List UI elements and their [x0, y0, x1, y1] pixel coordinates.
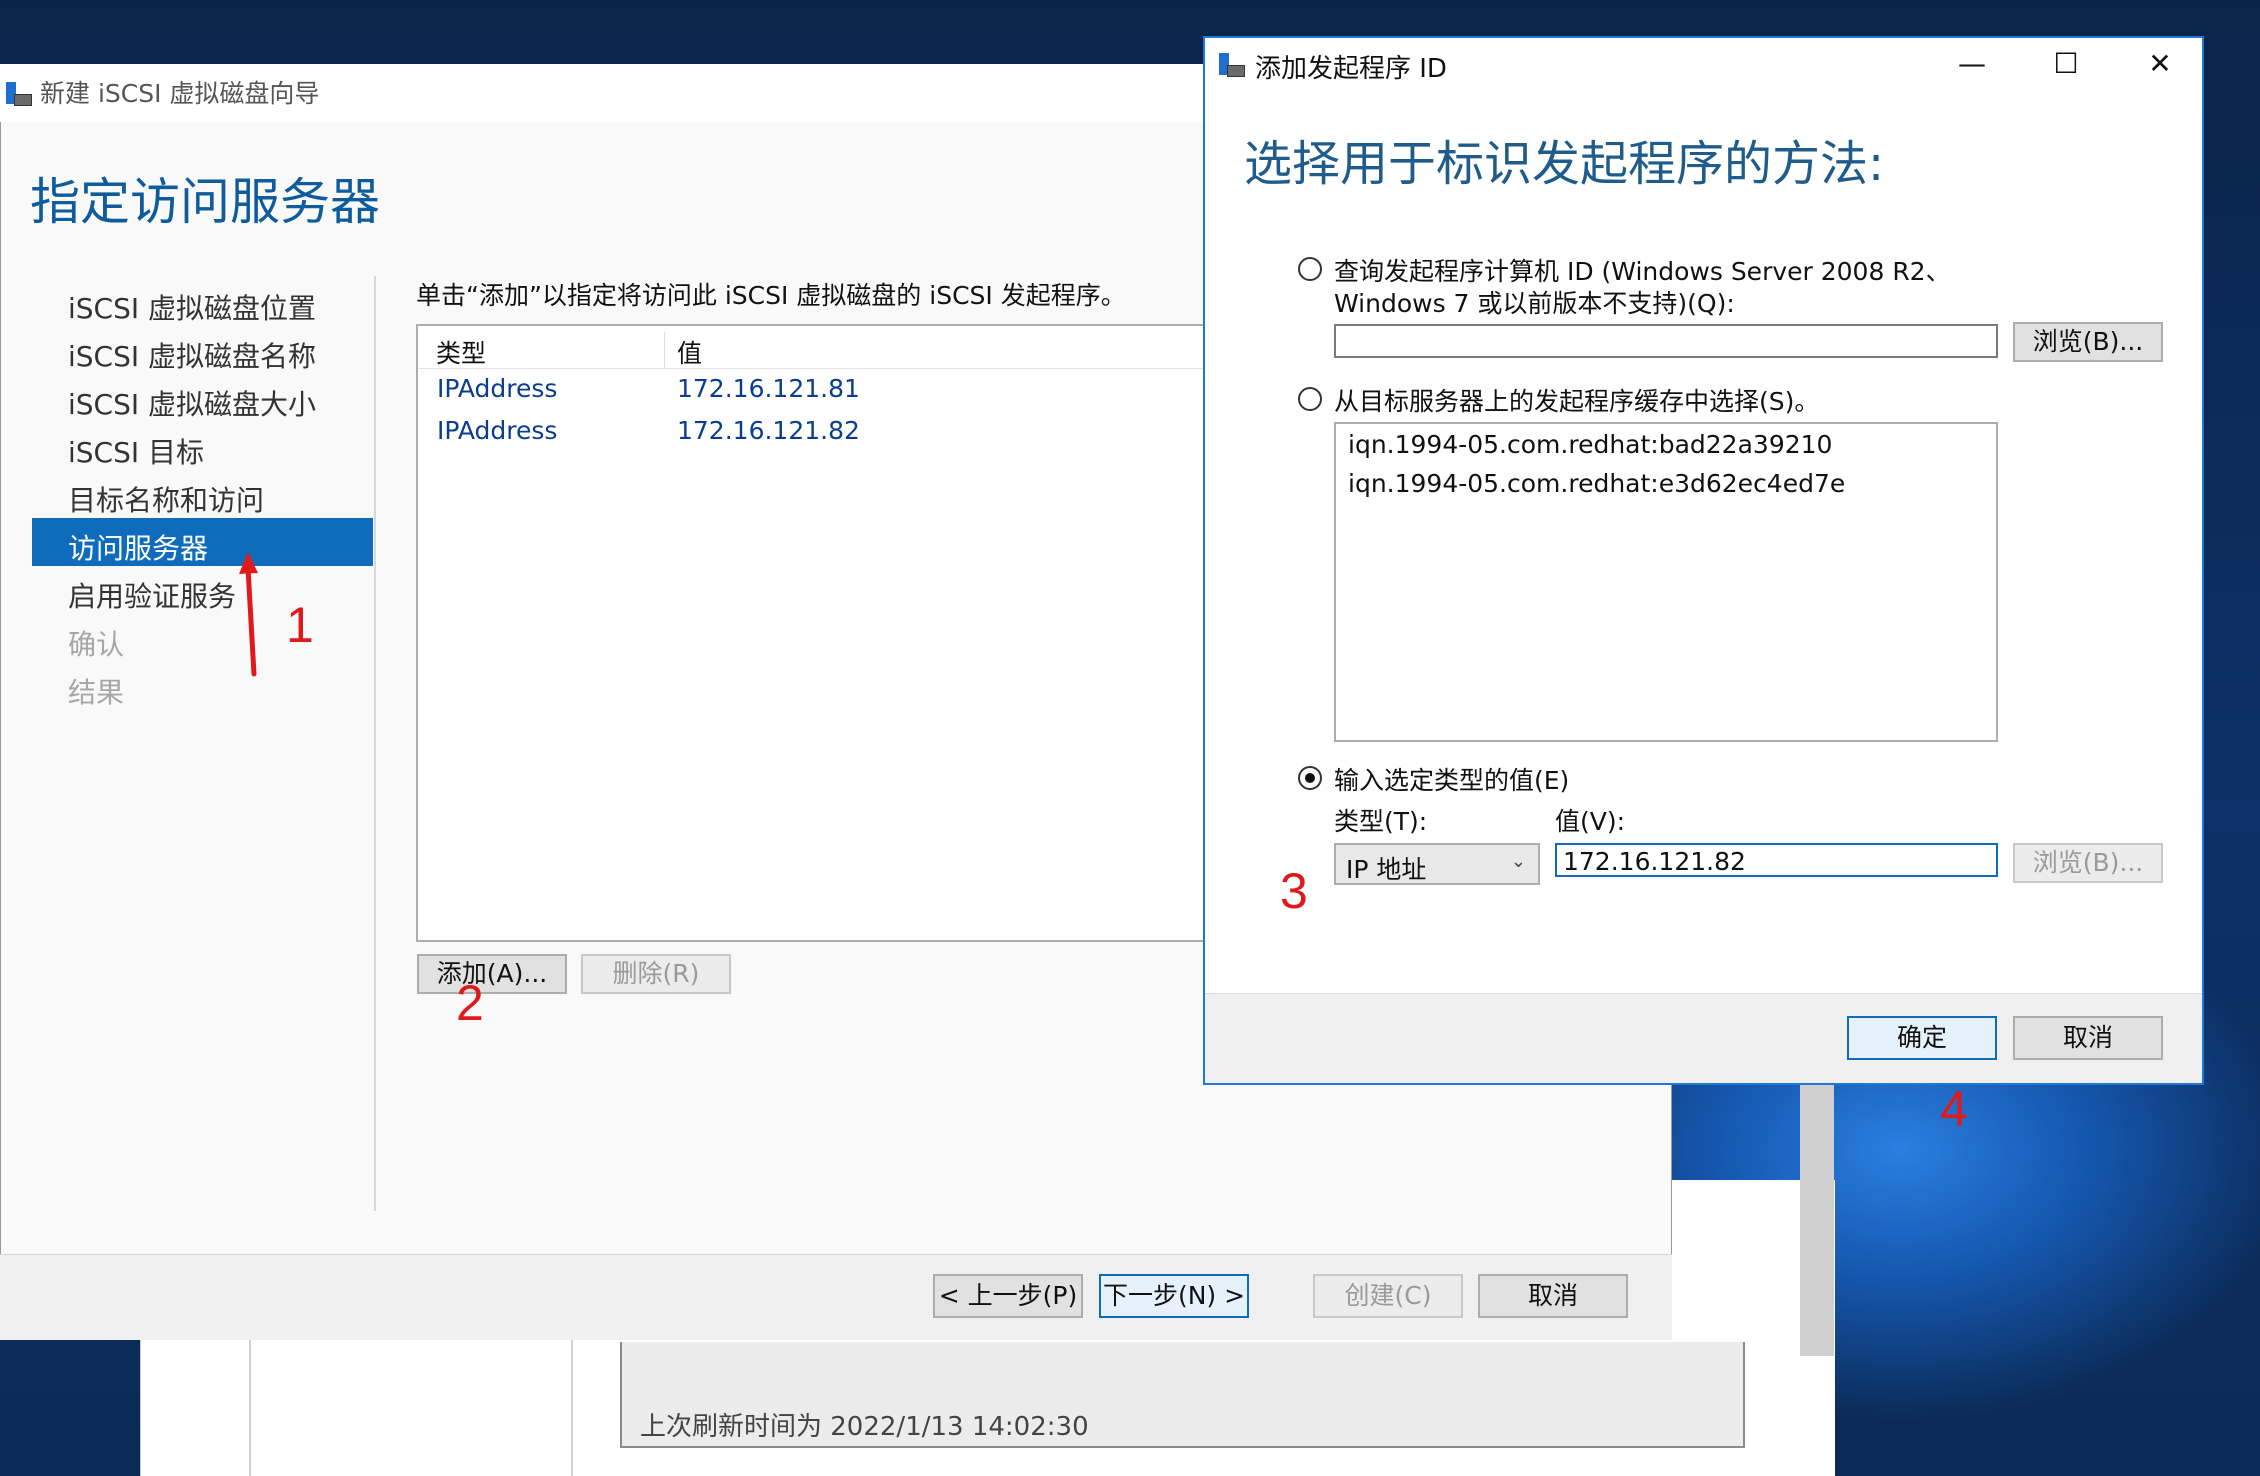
- radio-enter-value[interactable]: [1298, 766, 1322, 790]
- minimize-icon[interactable]: —: [1925, 38, 2019, 90]
- nav-item-disk-location[interactable]: iSCSI 虚拟磁盘位置: [32, 278, 373, 326]
- value-label: 值(V):: [1555, 807, 1626, 836]
- nav-item-results: 结果: [68, 676, 125, 709]
- value-input[interactable]: 172.16.121.82: [1555, 843, 1998, 877]
- server-manager-icon: [1219, 51, 1245, 77]
- option-enter-label[interactable]: 输入选定类型的值(E): [1334, 761, 1569, 797]
- annotation-number: 2: [456, 975, 484, 1031]
- dialog-titlebar[interactable]: 添加发起程序 ID — ☐ ✕: [1205, 38, 2202, 90]
- row-type[interactable]: IPAddress: [437, 374, 557, 403]
- cache-list-item[interactable]: iqn.1994-05.com.redhat:e3d62ec4ed7e: [1348, 469, 1845, 498]
- annotation-arrow: [239, 552, 258, 677]
- ok-button[interactable]: 确定: [1847, 1016, 1997, 1060]
- remove-button[interactable]: 删除(R): [581, 954, 731, 994]
- nav-item-target-name-access[interactable]: 目标名称和访问: [32, 470, 373, 518]
- column-header-type[interactable]: 类型: [436, 334, 486, 370]
- header-underline: [418, 368, 1214, 369]
- dialog-cancel-button[interactable]: 取消: [2013, 1016, 2163, 1060]
- row-value[interactable]: 172.16.121.82: [677, 416, 860, 445]
- option-query-label-line1[interactable]: 查询发起程序计算机 ID (Windows Server 2008 R2、: [1334, 252, 1951, 288]
- nav-item-access-servers[interactable]: 访问服务器: [32, 518, 373, 566]
- column-header-value[interactable]: 值: [677, 334, 702, 370]
- refresh-status-text: 上次刷新时间为 2022/1/13 14:02:30: [640, 1412, 1089, 1442]
- next-button[interactable]: 下一步(N) >: [1099, 1274, 1249, 1318]
- nav-item-enable-auth[interactable]: 启用验证服务: [32, 566, 373, 614]
- refresh-status: 上次刷新时间为 2022/1/13 14:02:30: [620, 1342, 1745, 1448]
- dialog-title: 添加发起程序 ID: [1255, 54, 1447, 84]
- type-select-value: IP 地址: [1346, 855, 1427, 884]
- nav-item-confirm: 确认: [68, 628, 125, 661]
- maximize-icon[interactable]: ☐: [2019, 38, 2113, 90]
- query-computer-id-input[interactable]: [1334, 324, 1998, 358]
- nav-divider: [374, 276, 376, 1211]
- radio-query-computer-id[interactable]: [1298, 257, 1322, 281]
- browse-button[interactable]: 浏览(B)...: [2013, 322, 2163, 362]
- column-header-divider[interactable]: [664, 332, 665, 368]
- nav-item-disk-size[interactable]: iSCSI 虚拟磁盘大小: [32, 374, 373, 422]
- add-button[interactable]: 添加(A)...: [417, 954, 567, 994]
- instruction-text: 单击“添加”以指定将访问此 iSCSI 虚拟磁盘的 iSCSI 发起程序。: [416, 281, 1126, 310]
- type-label: 类型(T):: [1334, 807, 1428, 836]
- wizard-cancel-button[interactable]: 取消: [1478, 1274, 1628, 1318]
- previous-button[interactable]: < 上一步(P): [933, 1274, 1083, 1318]
- server-manager-icon: [6, 80, 32, 106]
- background-scrollbar[interactable]: [1800, 1070, 1834, 1356]
- nav-item-disk-name[interactable]: iSCSI 虚拟磁盘名称: [32, 326, 373, 374]
- wizard-title: 新建 iSCSI 虚拟磁盘向导: [40, 79, 320, 108]
- radio-select-from-cache[interactable]: [1298, 387, 1322, 411]
- row-value[interactable]: 172.16.121.81: [677, 374, 860, 403]
- nav-item-iscsi-target[interactable]: iSCSI 目标: [32, 422, 373, 470]
- create-button[interactable]: 创建(C): [1313, 1274, 1463, 1318]
- row-type[interactable]: IPAddress: [437, 416, 557, 445]
- browse-button-disabled[interactable]: 浏览(B)...: [2013, 843, 2163, 883]
- option-cache-label[interactable]: 从目标服务器上的发起程序缓存中选择(S)。: [1334, 382, 1819, 418]
- annotation-number: 1: [286, 597, 314, 653]
- page-title: 指定访问服务器: [30, 173, 380, 231]
- cache-list-item[interactable]: iqn.1994-05.com.redhat:bad22a39210: [1348, 430, 1832, 459]
- type-select[interactable]: IP 地址 ⌄: [1334, 843, 1540, 885]
- annotation-number: 3: [1280, 863, 1308, 919]
- dialog-heading: 选择用于标识发起程序的方法:: [1244, 136, 1885, 192]
- close-icon[interactable]: ✕: [2113, 38, 2207, 90]
- chevron-down-icon: ⌄: [1510, 851, 1526, 872]
- annotation-number: 4: [1940, 1081, 1968, 1137]
- option-query-label-line2[interactable]: Windows 7 或以前版本不支持)(Q):: [1334, 284, 1735, 320]
